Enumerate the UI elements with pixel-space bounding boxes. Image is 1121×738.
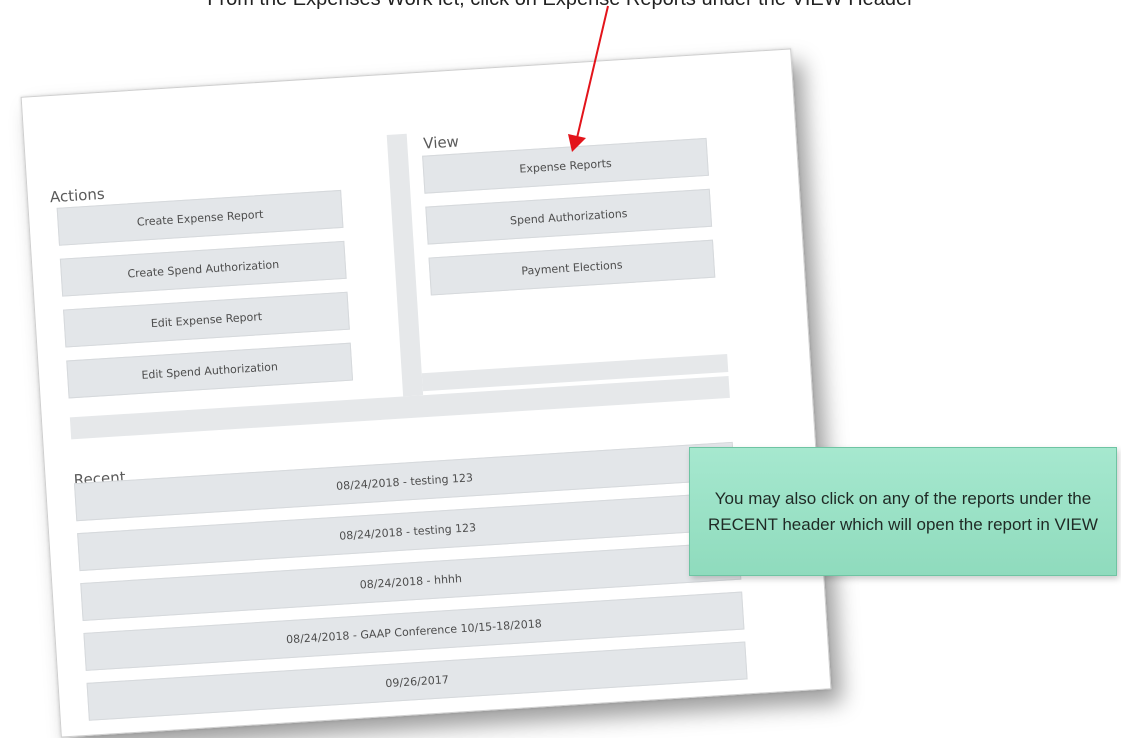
edit-expense-report-button[interactable]: Edit Expense Report <box>63 291 350 348</box>
instruction-caption: From the Expenses Work let, click on Exp… <box>0 0 1121 11</box>
column-divider <box>386 133 424 397</box>
tutorial-page: From the Expenses Work let, click on Exp… <box>0 0 1121 738</box>
expenses-worklet-screenshot: Actions Create Expense Report Create Spe… <box>20 48 832 738</box>
expense-reports-button[interactable]: Expense Reports <box>422 137 709 194</box>
edit-spend-authorization-button[interactable]: Edit Spend Authorization <box>66 342 354 399</box>
payment-elections-button[interactable]: Payment Elections <box>428 239 716 296</box>
create-spend-authorization-button[interactable]: Create Spend Authorization <box>59 240 347 297</box>
view-heading: View <box>422 132 460 153</box>
spend-authorizations-button[interactable]: Spend Authorizations <box>425 188 713 245</box>
actions-heading: Actions <box>49 184 106 207</box>
callout-note: You may also click on any of the reports… <box>689 447 1117 576</box>
